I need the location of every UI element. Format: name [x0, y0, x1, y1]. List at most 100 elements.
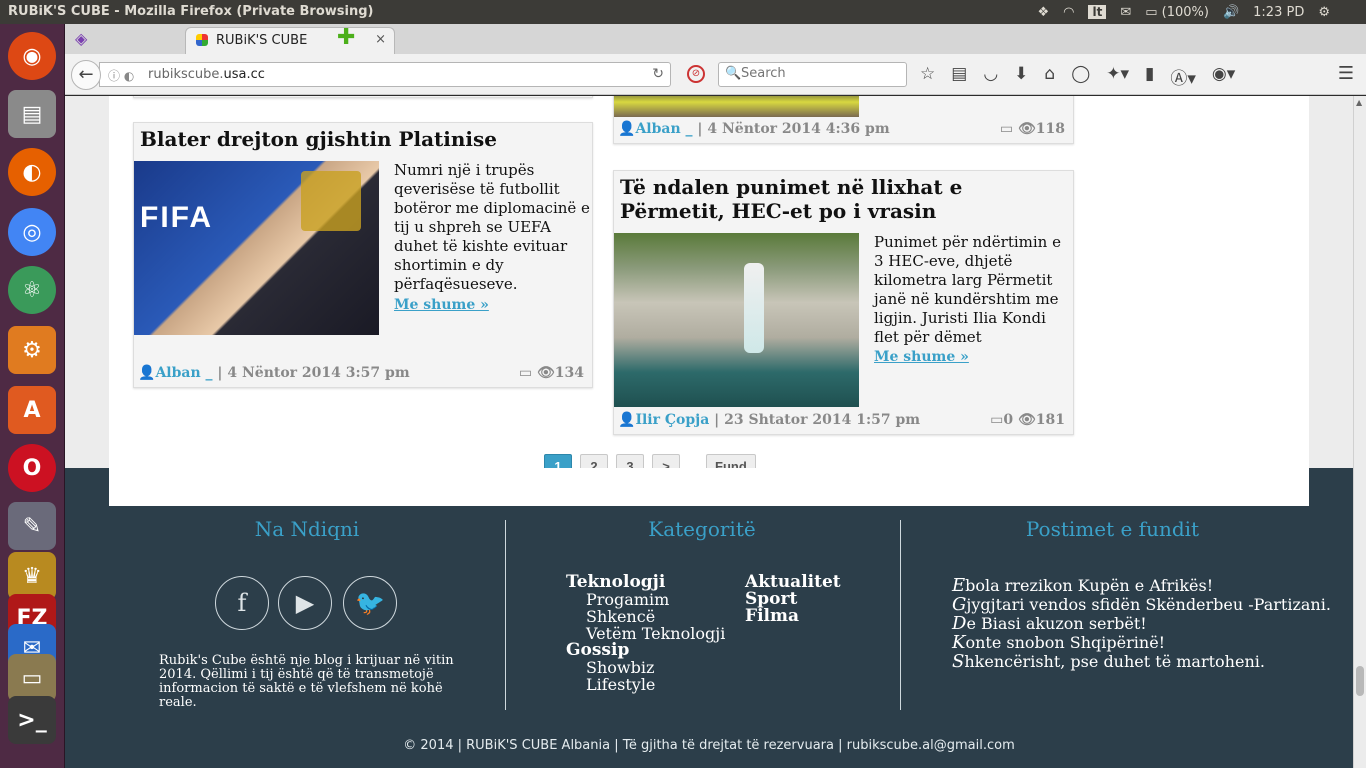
window-title: RUBiK'S CUBE - Mozilla Firefox (Private …	[8, 4, 374, 19]
extension-icon[interactable]: ✦▾	[1106, 64, 1129, 89]
wifi-icon[interactable]: ◠	[1063, 5, 1074, 20]
atom-icon[interactable]: ⚛	[8, 266, 56, 314]
site-favicon-icon	[196, 34, 208, 46]
reload-icon[interactable]: ↻	[652, 66, 664, 82]
reading-list-icon[interactable]: ▤	[951, 64, 967, 89]
ubuntu-dash-icon[interactable]: ◉	[8, 32, 56, 80]
system-tray: ❖ ◠ lt ✉ ▭ (100%) 🔊 1:23 PD ⚙	[1037, 0, 1366, 24]
system-tools-icon[interactable]: ✎	[8, 502, 56, 550]
vertical-scrollbar[interactable]: ▲	[1353, 96, 1366, 768]
article-excerpt: Numri një i trupës qeverisëse të futboll…	[394, 161, 590, 293]
article-date: | 23 Shtator 2014 1:57 pm	[714, 412, 921, 428]
tab-close-icon[interactable]: ×	[375, 32, 386, 47]
bookmark-star-icon[interactable]: ☆	[920, 64, 935, 89]
dropbox-icon[interactable]: ❖	[1037, 5, 1049, 20]
article-image[interactable]: FIFA	[134, 161, 379, 335]
noscript-icon[interactable]: ⊘	[687, 65, 705, 83]
home-icon[interactable]: ⌂	[1044, 64, 1055, 89]
page-bottom-edge	[109, 468, 1309, 506]
chrome-icon[interactable]: ◎	[8, 208, 56, 256]
url-prefix: rubikscube.	[148, 67, 224, 82]
article-image[interactable]	[614, 96, 859, 117]
search-input[interactable]	[741, 66, 901, 81]
article-date: | 4 Nëntor 2014 4:36 pm	[697, 121, 890, 137]
article-image[interactable]	[614, 233, 859, 407]
article-author[interactable]: Alban _	[635, 121, 692, 137]
scrollbar-thumb[interactable]	[1356, 666, 1364, 696]
battery-extension-icon[interactable]: ▮	[1145, 64, 1154, 89]
url-text[interactable]: rubikscube.usa.cc	[148, 67, 265, 82]
scroll-up-icon[interactable]: ▲	[1356, 98, 1362, 107]
recent-post-link[interactable]: Shkencërisht, pse duhet të martoheni.	[952, 652, 1332, 671]
recent-post-link[interactable]: Ebola rrezikon Kupën e Afrikës!	[952, 576, 1332, 595]
read-more-link[interactable]: Me shume »	[874, 349, 969, 365]
site-footer: Na Ndiqni Kategoritë Postimet e fundit f…	[65, 468, 1353, 768]
recent-posts-title: Postimet e fundit	[1025, 517, 1200, 541]
article-card: Blater drejton gjishtin Platinise FIFA N…	[133, 122, 593, 388]
article-author[interactable]: Ilir Çopja	[635, 412, 709, 428]
recent-post-link[interactable]: De Biasi akuzon serbët!	[952, 614, 1332, 633]
category-link[interactable]: Filma	[745, 608, 841, 625]
tab-rubiks-cube[interactable]: RUBiK'S CUBE ×	[185, 27, 395, 54]
recent-post-link[interactable]: Konte snobon Shqipërinë!	[952, 633, 1332, 652]
view-count-icon: 👁	[1017, 121, 1036, 137]
footer-divider	[900, 520, 901, 710]
copyright-text: © 2014 | RUBiK'S CUBE Albania | Të gjith…	[403, 738, 1015, 753]
categories-title: Kategoritë	[648, 517, 756, 541]
comments-icon: ▭	[999, 121, 1014, 137]
new-tab-plus-icon[interactable]: ✚	[337, 27, 355, 49]
category-link[interactable]: Gossip	[566, 642, 725, 659]
subcategory-link[interactable]: Showbiz	[566, 659, 725, 676]
article-author[interactable]: Alban _	[155, 365, 212, 381]
search-icon: 🔍	[725, 66, 742, 81]
keyboard-layout[interactable]: lt	[1088, 5, 1107, 19]
recent-post-link[interactable]: Gjygjtari vendos sfidën Skënderbeu -Part…	[952, 595, 1332, 614]
url-domain: usa.cc	[223, 67, 265, 82]
adblock-icon[interactable]: Ⓐ▾	[1170, 64, 1196, 89]
article-date: | 4 Nëntor 2014 3:57 pm	[217, 365, 410, 381]
youtube-icon[interactable]: ▶	[278, 576, 332, 630]
download-icon[interactable]: ⬇	[1014, 64, 1028, 89]
article-meta: 👤Alban _ | 4 Nëntor 2014 4:36 pm ▭ 👁118	[614, 121, 1073, 139]
firefox-icon[interactable]: ◐	[8, 148, 56, 196]
software-center-icon[interactable]: A	[8, 386, 56, 434]
facebook-icon[interactable]: f	[215, 576, 269, 630]
article-title[interactable]: Të ndalen punimet në llixhat e Përmetit,…	[620, 175, 1060, 223]
terminal-icon[interactable]: >_	[8, 696, 56, 744]
volume-icon[interactable]: 🔊	[1223, 5, 1239, 20]
unity-launcher: ◉ ▤ ◐ ◎ ⚛ ⚙ A O ✎ ♛ FZ ✉ ▭ >_	[0, 24, 65, 768]
site-info-icon[interactable]: ⓘ ◐	[108, 67, 134, 84]
image-waterfall	[744, 263, 764, 353]
toolbar-icons: ☆ ▤ ◡ ⬇ ⌂ ◯ ✦▾ ▮ Ⓐ▾ ◉▾	[920, 64, 1235, 89]
author-icon: 👤	[138, 365, 156, 381]
settings-icon[interactable]: ⚙	[8, 326, 56, 374]
clock[interactable]: 1:23 PD	[1253, 5, 1304, 20]
search-box[interactable]: 🔍	[718, 62, 907, 87]
url-bar[interactable]: ⓘ ◐ rubikscube.usa.cc ↻	[99, 62, 671, 87]
back-button-icon[interactable]: ←	[71, 60, 101, 90]
categories-list-left: Teknologji Progamim Shkencë Vetëm Teknologj…	[566, 574, 725, 694]
article-stats: ▭0 👁181	[990, 412, 1065, 428]
notes-app-icon[interactable]: ▭	[8, 654, 56, 702]
twitter-icon[interactable]: 🐦	[343, 576, 397, 630]
battery-indicator[interactable]: ▭ (100%)	[1145, 5, 1209, 20]
follow-title: Na Ndiqni	[254, 517, 360, 541]
subcategory-link[interactable]: Progamim	[566, 591, 725, 608]
files-icon[interactable]: ▤	[8, 90, 56, 138]
power-gear-icon[interactable]: ⚙	[1318, 5, 1330, 20]
category-link[interactable]: Teknologji	[566, 574, 725, 591]
menu-hamburger-icon[interactable]: ☰	[1338, 63, 1354, 84]
article-card: 👤Alban _ | 4 Nëntor 2014 4:36 pm ▭ 👁118	[613, 96, 1074, 144]
subcategory-link[interactable]: Shkencë	[566, 608, 725, 625]
read-more-link[interactable]: Me shume »	[394, 297, 489, 313]
content-area: Blater drejton gjishtin Platinise FIFA N…	[109, 96, 1309, 506]
trophy-app-icon[interactable]: ♛	[8, 552, 56, 600]
article-title[interactable]: Blater drejton gjishtin Platinise	[140, 127, 580, 151]
chat-icon[interactable]: ◯	[1071, 64, 1090, 89]
mail-icon[interactable]: ✉	[1120, 5, 1131, 20]
tab-label: RUBiK'S CUBE	[216, 33, 308, 48]
opera-icon[interactable]: O	[8, 444, 56, 492]
subcategory-link[interactable]: Lifestyle	[566, 676, 725, 693]
pocket-icon[interactable]: ◡	[983, 64, 998, 89]
ghostery-icon[interactable]: ◉▾	[1212, 64, 1235, 89]
